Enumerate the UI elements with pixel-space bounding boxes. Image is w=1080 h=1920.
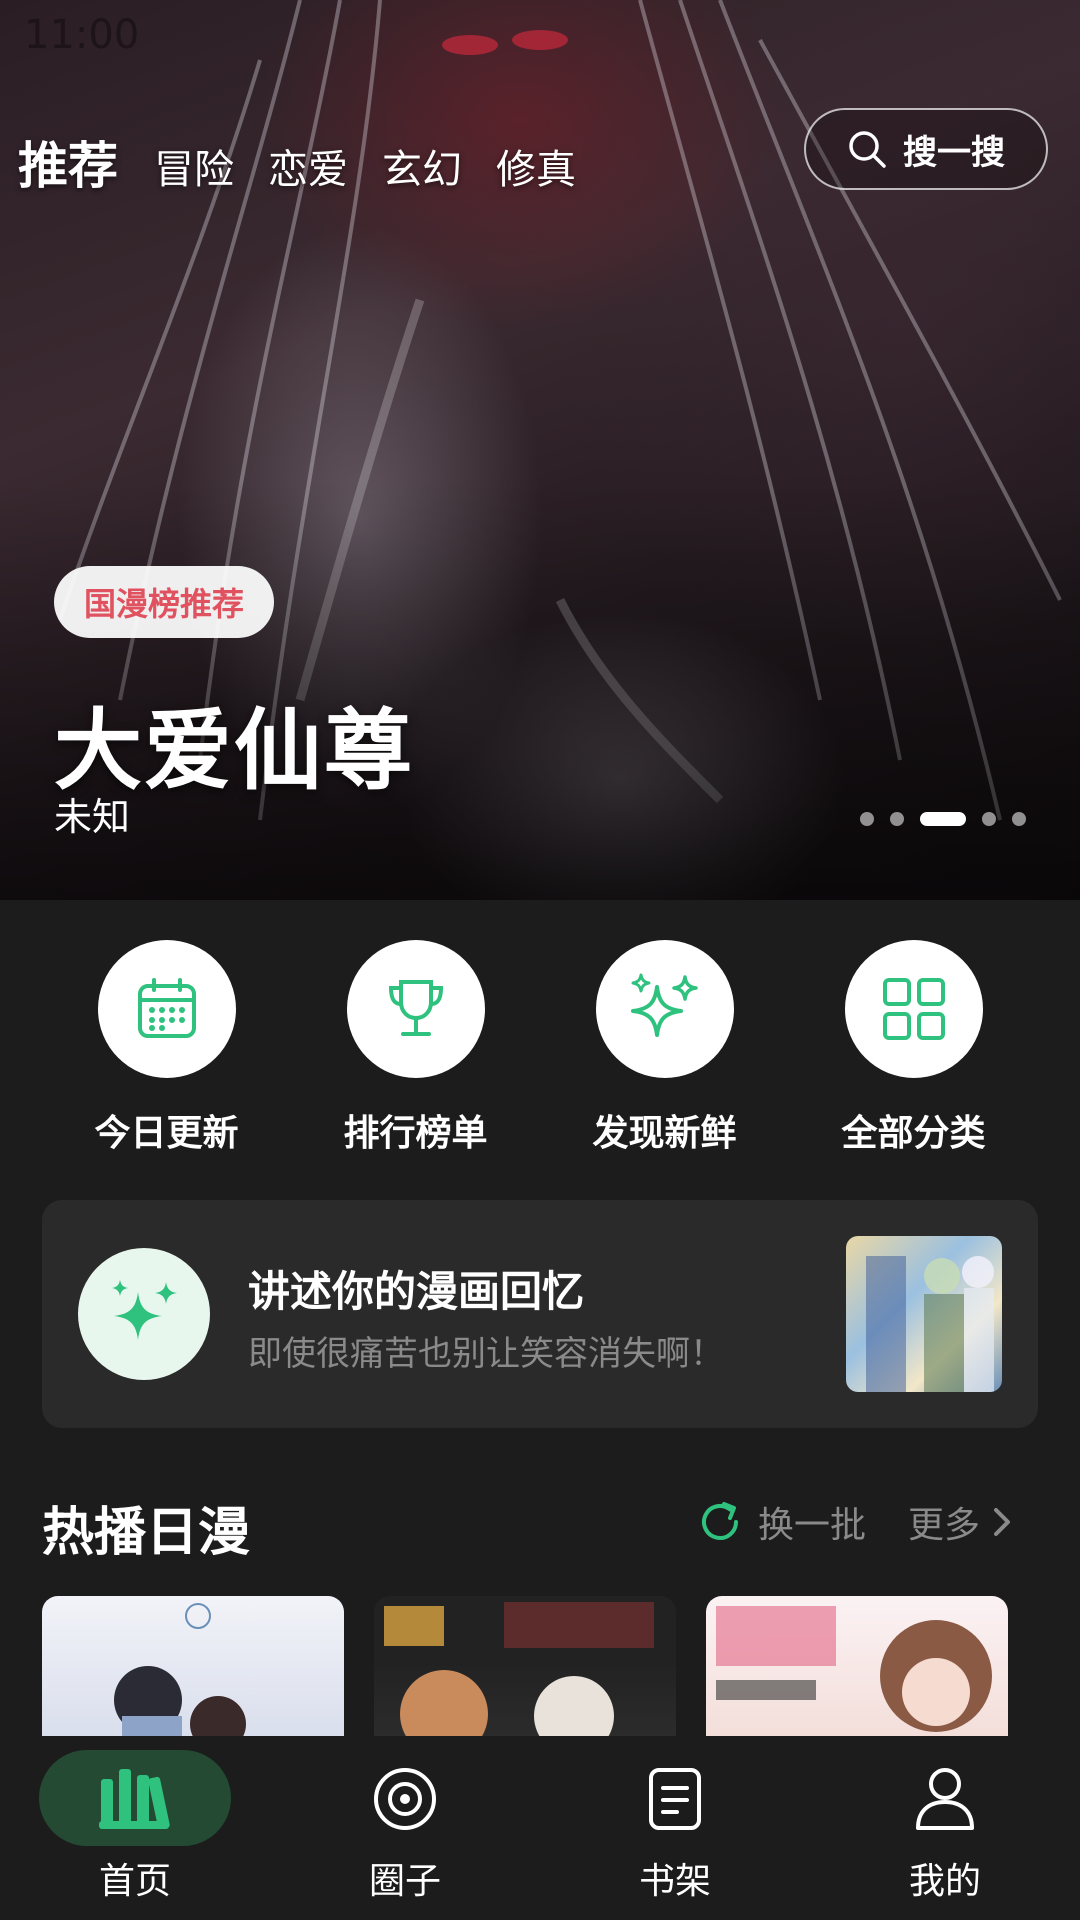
pagination-dot[interactable] (982, 812, 996, 826)
comic-card[interactable] (42, 1596, 344, 1736)
search-icon (849, 131, 886, 168)
tab-circle[interactable]: 圈子 (270, 1736, 540, 1920)
refresh-icon (702, 1502, 738, 1540)
pagination-dot[interactable] (1012, 812, 1026, 826)
comic-cover (114, 1603, 246, 1736)
tab-icon-wrap (647, 1766, 703, 1832)
quick-actions: 今日更新 排行榜单 发现新鲜 全部分类 (0, 940, 1080, 1156)
quick-icon-circle (844, 940, 983, 1078)
tab-icon-wrap (914, 1766, 976, 1832)
hot-comics-list (42, 1596, 1038, 1736)
tab-profile[interactable]: 我的 (810, 1736, 1080, 1920)
quick-label: 排行榜单 (343, 1113, 488, 1154)
target-icon (374, 1768, 436, 1830)
quick-label: 今日更新 (94, 1113, 239, 1154)
calendar-icon (137, 978, 196, 1038)
tab-fantasy[interactable]: 玄幻 (382, 137, 462, 195)
tab-cultivation[interactable]: 修真 (496, 137, 576, 195)
quick-today-update[interactable]: 今日更新 (42, 940, 291, 1156)
comic-card[interactable] (374, 1596, 676, 1736)
hero-banner[interactable]: 11:00 推荐 冒险 恋爱 玄幻 修真 搜一搜 国漫榜推荐 大爱仙尊 未知 (0, 0, 1080, 900)
quick-ranking[interactable]: 排行榜单 (291, 940, 540, 1156)
tab-label: 书架 (638, 1861, 711, 1902)
banner-pagination (860, 812, 1042, 826)
memory-subtitle: 即使很痛苦也别让笑容消失啊！ (248, 1334, 724, 1374)
tab-romance[interactable]: 恋爱 (268, 137, 348, 195)
tab-icon-wrap (99, 1766, 171, 1832)
tab-bookshelf[interactable]: 书架 (540, 1736, 810, 1920)
tab-icon-wrap (372, 1766, 438, 1832)
search-label: 搜一搜 (903, 132, 1005, 173)
quick-label: 全部分类 (841, 1113, 986, 1154)
quick-icon-circle (97, 940, 236, 1078)
quick-discover[interactable]: 发现新鲜 (540, 940, 789, 1156)
pagination-dot-active[interactable] (920, 812, 966, 826)
memory-title: 讲述你的漫画回忆 (248, 1267, 585, 1316)
tab-label: 首页 (98, 1861, 171, 1902)
bookshelf-icon (99, 1769, 170, 1830)
tab-adventure[interactable]: 冒险 (154, 137, 234, 195)
quick-label: 发现新鲜 (592, 1113, 737, 1154)
grid-icon (882, 978, 945, 1040)
comic-cover (374, 1596, 676, 1736)
status-time: 11:00 (24, 12, 140, 58)
tab-home[interactable]: 首页 (0, 1736, 270, 1920)
sparkles-icon (630, 973, 698, 1037)
banner-author: 未知 (54, 795, 131, 839)
memory-cover-image (846, 1236, 1002, 1392)
pagination-dot[interactable] (890, 812, 904, 826)
sparkles-icon (112, 1280, 177, 1340)
chevron-right-icon (994, 1508, 1011, 1536)
top-category-tabs: 推荐 冒险 恋爱 玄幻 修真 (18, 126, 610, 198)
bottom-tab-bar: 首页 圈子 书架 我的 (0, 1736, 1080, 1920)
quick-all-categories[interactable]: 全部分类 (789, 940, 1038, 1156)
refresh-label: 换一批 (758, 1505, 867, 1546)
refresh-button[interactable]: 换一批 (696, 1496, 866, 1548)
memory-icon-circle (78, 1248, 210, 1380)
more-button[interactable]: 更多 (908, 1496, 1014, 1548)
more-label: 更多 (908, 1505, 981, 1546)
tab-label: 我的 (908, 1861, 981, 1902)
tab-recommend[interactable]: 推荐 (18, 126, 118, 198)
tab-label: 圈子 (368, 1861, 441, 1902)
banner-tag: 国漫榜推荐 (54, 566, 275, 638)
cover-art (866, 1256, 994, 1392)
user-icon (916, 1768, 974, 1830)
quick-icon-circle (595, 940, 734, 1078)
comic-cover (716, 1606, 992, 1732)
memory-card[interactable]: 讲述你的漫画回忆 即使很痛苦也别让笑容消失啊！ (42, 1200, 1038, 1428)
trophy-icon (388, 980, 443, 1036)
search-button[interactable]: 搜一搜 (804, 108, 1048, 190)
document-icon (649, 1768, 701, 1830)
pagination-dot[interactable] (860, 812, 874, 826)
comic-card[interactable] (706, 1596, 1008, 1736)
quick-icon-circle (346, 940, 485, 1078)
hot-section-title: 热播日漫 (42, 1503, 251, 1563)
